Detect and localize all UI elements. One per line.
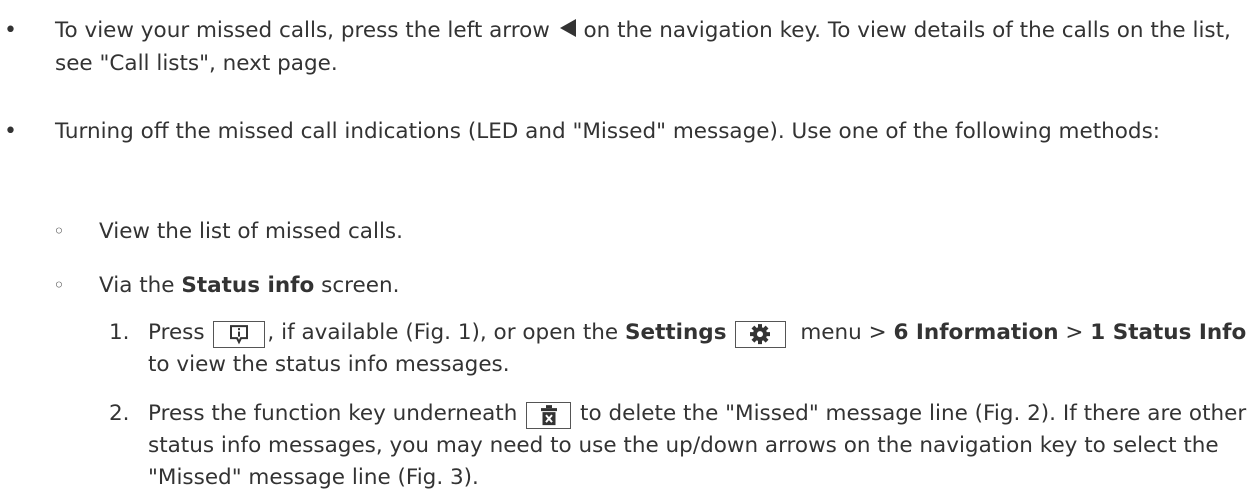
status-info-menu-term: 1 Status Info: [1090, 320, 1247, 345]
info-key-icon: [213, 321, 266, 348]
sub-bullet-pre: Via the: [99, 273, 182, 298]
step-text: Press , if available (Fig. 1), or open t…: [148, 317, 1248, 381]
step-text: Press the function key underneath to del…: [148, 398, 1248, 494]
step-number: 2.: [109, 401, 130, 426]
settings-term: Settings: [625, 320, 727, 345]
step-text-part: >: [1058, 320, 1091, 345]
bullet-marker: •: [4, 18, 17, 43]
bullet-marker: •: [4, 119, 17, 144]
step-text-part: Press the function key underneath: [148, 401, 525, 426]
information-menu-term: 6 Information: [893, 320, 1059, 345]
bullet-text-part1: To view your missed calls, press the lef…: [55, 18, 557, 43]
step-number: 1.: [109, 320, 130, 345]
sub-bullet-marker: ◦: [53, 219, 65, 243]
sub-bullet-post: screen.: [314, 273, 400, 298]
bullet-text: Turning off the missed call indications …: [55, 119, 1161, 144]
step-text-part: Press: [148, 320, 212, 345]
left-triangle-arrow-icon: [559, 16, 577, 48]
status-info-term: Status info: [181, 273, 315, 298]
sub-bullet-text: Via the Status info screen.: [99, 270, 1239, 302]
gear-icon: [734, 321, 786, 348]
step-text-part: , if available (Fig. 1), or open the: [267, 320, 625, 345]
step-text-part: menu >: [793, 320, 894, 345]
sub-bullet-marker: ◦: [53, 273, 65, 297]
trash-delete-icon: [526, 402, 572, 429]
sub-bullet-text: View the list of missed calls.: [99, 219, 403, 244]
bullet-text: To view your missed calls, press the lef…: [55, 15, 1245, 80]
step-text-part: to view the status info messages.: [148, 352, 510, 377]
